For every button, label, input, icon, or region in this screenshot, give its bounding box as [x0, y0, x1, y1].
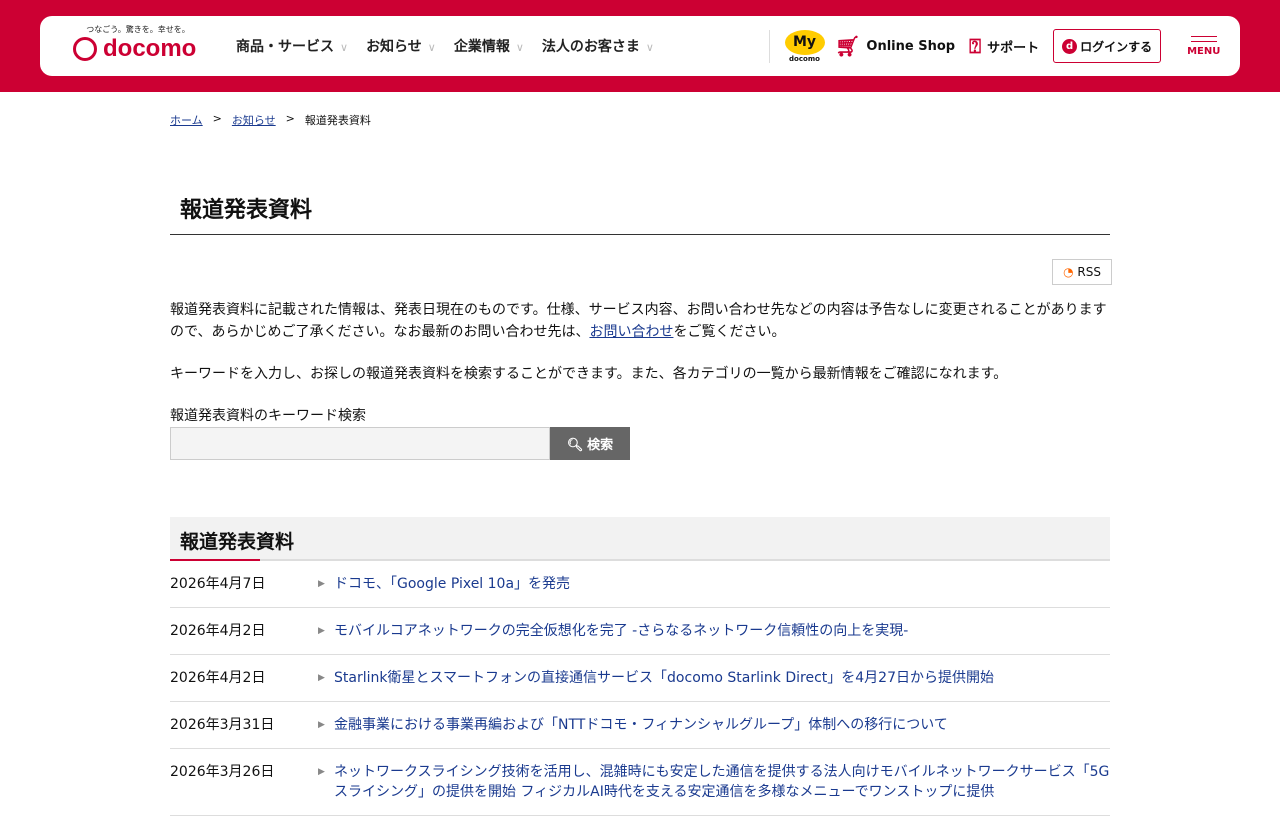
nav-business[interactable]: 法人のお客さま ∨	[542, 36, 654, 56]
press-list: 2026年4月7日 ▶ ドコモ、「Google Pixel 10a」を発売 2026…	[170, 561, 1110, 816]
hamburger-icon-line	[1190, 40, 1217, 42]
nav-news[interactable]: お知らせ ∨	[366, 36, 436, 56]
support-link[interactable]: ⍰ サポート	[969, 34, 1039, 58]
search-form: 🔍︎ 検索	[170, 427, 1110, 460]
triangle-icon: ▶	[318, 579, 325, 589]
search-intro: キーワードを入力し、お探しの報道発表資料を検索することができます。また、各カテゴ…	[170, 366, 1008, 382]
nav-label: お知らせ	[366, 39, 422, 55]
docomo-mark-icon	[73, 37, 97, 61]
logo-text: docomo	[73, 35, 203, 63]
cart-icon: 🛒︎	[835, 34, 861, 58]
hamburger-icon	[1190, 35, 1217, 37]
page-title: 報道発表資料	[170, 192, 1110, 235]
my-docomo-link[interactable]: My docomo	[769, 29, 829, 63]
item-link[interactable]: モバイルコアネットワークの完全仮想化を完了 -さらなるネットワーク信頼性の向上を…	[334, 621, 1110, 641]
rss-icon: ◔	[1063, 265, 1074, 279]
list-item: 2026年3月31日 ▶ 金融事業における事業再編および「NTTドコモ・フィナンシャ…	[170, 702, 1110, 749]
chevron-down-icon: ∨	[515, 41, 524, 54]
breadcrumb: ホーム > お知らせ > 報道発表資料	[170, 112, 1110, 128]
login-label: ログインする	[1080, 39, 1153, 54]
shop-label: Online Shop	[866, 38, 956, 54]
login-button[interactable]: d ログインする	[1053, 29, 1162, 63]
docomo-logo[interactable]: つなごう。驚きを。幸せを。 docomo	[73, 24, 203, 63]
breadcrumb-current: 報道発表資料	[304, 114, 371, 127]
triangle-icon: ▶	[318, 673, 325, 683]
item-link[interactable]: ドコモ、「Google Pixel 10a」を発売	[334, 574, 1110, 594]
nav-products[interactable]: 商品・サービス ∨	[236, 36, 348, 56]
item-link[interactable]: ネットワークスライシング技術を活用し、混雑時にも安定した通信を提供する法人向けモ…	[334, 762, 1110, 802]
rss-label: RSS	[1077, 265, 1101, 279]
intro-text: 報道発表資料に記載された情報は、発表日現在のものです。仕様、サービス内容、お問い…	[170, 285, 1110, 343]
my-sub: docomo	[789, 54, 820, 63]
chevron-down-icon: ∨	[340, 41, 349, 54]
tagline: つなごう。驚きを。幸せを。	[86, 25, 190, 34]
breadcrumb-sep: >	[212, 112, 222, 125]
nav-corporate[interactable]: 企業情報 ∨	[454, 36, 524, 56]
list-item: 2026年4月2日 ▶ Starlink衛星とスマートフォンの直接通信サービス「do…	[170, 655, 1110, 702]
nav-label: 法人のお客さま	[541, 39, 640, 55]
d-account-icon: d	[1062, 38, 1078, 54]
list-item: 2026年4月7日 ▶ ドコモ、「Google Pixel 10a」を発売	[170, 561, 1110, 608]
triangle-icon: ▶	[318, 767, 325, 777]
list-item: 2026年3月26日 ▶ ネットワークスライシング技術を活用し、混雑時にも安定した通…	[170, 749, 1110, 816]
logo-label: docomo	[103, 35, 197, 62]
item-link[interactable]: Starlink衛星とスマートフォンの直接通信サービス「docomo Starl…	[334, 668, 1110, 688]
menu-button[interactable]: MENU	[1187, 35, 1221, 57]
item-link[interactable]: 金融事業における事業再編および「NTTドコモ・フィナンシャルグループ」体制への移…	[334, 715, 1110, 735]
keyword-search-input[interactable]	[170, 427, 550, 460]
item-date: 2026年4月2日	[170, 623, 266, 639]
menu-label: MENU	[1187, 45, 1221, 57]
item-date: 2026年4月2日	[170, 670, 266, 686]
triangle-icon: ▶	[318, 720, 325, 730]
search-label: 報道発表資料のキーワード検索	[170, 408, 366, 424]
search-button[interactable]: 🔍︎ 検索	[550, 427, 630, 460]
header-actions: My docomo 🛒︎ Online Shop ⍰ サポート d ログインする MEN…	[769, 26, 1220, 66]
global-nav: 商品・サービス ∨ お知らせ ∨ 企業情報 ∨ 法人のお客さま ∨	[236, 36, 654, 56]
contact-link[interactable]: お問い合わせ	[589, 324, 673, 340]
top-bar: つなごう。驚きを。幸せを。 docomo 商品・サービス ∨ お知らせ ∨ 企業情報…	[0, 0, 1280, 92]
online-shop-link[interactable]: 🛒︎ Online Shop	[835, 34, 955, 58]
question-icon: ⍰	[969, 34, 982, 58]
nav-label: 企業情報	[453, 39, 510, 55]
chevron-down-icon: ∨	[427, 41, 436, 54]
rss-button[interactable]: ◔ RSS	[1052, 259, 1112, 285]
intro-part: をご覧ください。	[673, 324, 786, 340]
nav-label: 商品・サービス	[236, 39, 334, 55]
search-button-label: 検索	[587, 437, 614, 452]
header: つなごう。驚きを。幸せを。 docomo 商品・サービス ∨ お知らせ ∨ 企業情報…	[40, 16, 1240, 76]
breadcrumb-home[interactable]: ホーム	[170, 112, 203, 128]
breadcrumb-news[interactable]: お知らせ	[232, 112, 276, 128]
item-date: 2026年3月26日	[170, 764, 275, 780]
list-item: 2026年4月2日 ▶ モバイルコアネットワークの完全仮想化を完了 -さらなるネット…	[170, 608, 1110, 655]
triangle-icon: ▶	[318, 626, 325, 636]
item-date: 2026年3月31日	[170, 717, 275, 733]
chevron-down-icon: ∨	[645, 41, 654, 54]
item-date: 2026年4月7日	[170, 576, 266, 592]
support-label: サポート	[987, 40, 1040, 56]
my-label: My	[784, 29, 825, 55]
search-icon: 🔍︎	[566, 437, 584, 452]
list-heading: 報道発表資料	[170, 517, 1110, 561]
breadcrumb-sep: >	[285, 112, 295, 125]
